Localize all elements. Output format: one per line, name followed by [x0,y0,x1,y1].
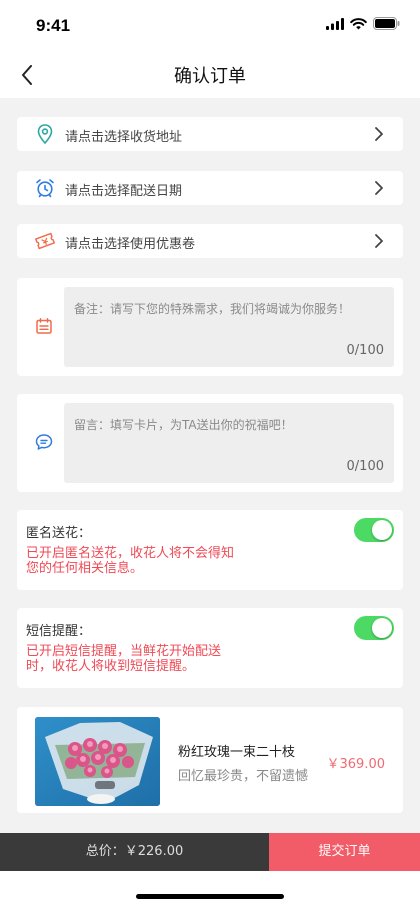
remark-placeholder: 备注：请写下您的特殊需求，我们将竭诚为你服务！ [74,302,351,316]
chevron-right-icon [375,181,383,195]
submit-order-button[interactable]: 提交订单 [269,833,420,871]
remark-card: 备注：请写下您的特殊需求，我们将竭诚为你服务！ 0/100 [17,278,403,376]
sms-switch[interactable] [354,616,394,640]
coupon-label: 请点击选择使用优惠卷 [65,237,196,252]
home-area [0,871,420,909]
bottom-bar: 总价：￥226.00 提交订单 [0,833,420,871]
coupon-row[interactable]: 请点击选择使用优惠卷 [17,224,403,258]
product-card[interactable]: 粉红玫瑰一束二十枝 回忆最珍贵，不留遗憾 ￥369.00 [17,707,403,813]
delivery-date-label: 请点击选择配送日期 [65,184,183,199]
status-icons [326,17,400,30]
home-indicator [136,894,284,899]
sms-description: 已开启短信提醒，当鲜花开始配送时，收花人将收到短信提醒。 [26,644,222,674]
message-input[interactable]: 留言：填写卡片，为TA送出你的祝福吧！ 0/100 [64,403,394,483]
calendar-icon [36,318,52,334]
wifi-icon [350,17,367,29]
address-row[interactable]: 请点击选择收货地址 [17,117,403,151]
product-name: 粉红玫瑰一束二十枝 [178,745,296,760]
chevron-right-icon [375,127,383,141]
product-price: ￥369.00 [326,757,386,772]
product-image [35,717,160,806]
switch-knob [372,520,392,540]
delivery-date-row[interactable]: 请点击选择配送日期 [17,171,403,205]
remark-char-count: 0/100 [346,343,384,358]
chat-bubble-icon [35,434,53,450]
address-label: 请点击选择收货地址 [65,130,183,145]
nav-bar: 确认订单 [0,52,420,98]
message-placeholder: 留言：填写卡片，为TA送出你的祝福吧！ [74,418,293,432]
anonymous-label: 匿名送花： [26,526,92,541]
product-subtitle: 回忆最珍贵，不留遗憾 [178,769,309,784]
message-char-count: 0/100 [346,459,384,474]
remark-input[interactable]: 备注：请写下您的特殊需求，我们将竭诚为你服务！ 0/100 [64,287,394,367]
alarm-clock-icon [35,178,55,198]
status-time: 9:41 [36,16,71,35]
anonymous-card: 匿名送花： 已开启匿名送花，收花人将不会得知您的任何相关信息。 [17,510,403,590]
chevron-right-icon [375,234,383,248]
coupon-icon [35,231,55,251]
switch-knob [372,618,392,638]
anonymous-description: 已开启匿名送花，收花人将不会得知您的任何相关信息。 [26,546,235,576]
battery-icon [373,17,400,30]
total-price: 总价：￥226.00 [0,833,269,871]
location-pin-icon [35,124,55,144]
sms-label: 短信提醒： [26,624,92,639]
sms-card: 短信提醒： 已开启短信提醒，当鲜花开始配送时，收花人将收到短信提醒。 [17,608,403,688]
message-card: 留言：填写卡片，为TA送出你的祝福吧！ 0/100 [17,394,403,492]
signal-icon [326,17,344,30]
status-bar: 9:41 [0,0,420,52]
anonymous-switch[interactable] [354,518,394,542]
page-title: 确认订单 [174,66,246,87]
